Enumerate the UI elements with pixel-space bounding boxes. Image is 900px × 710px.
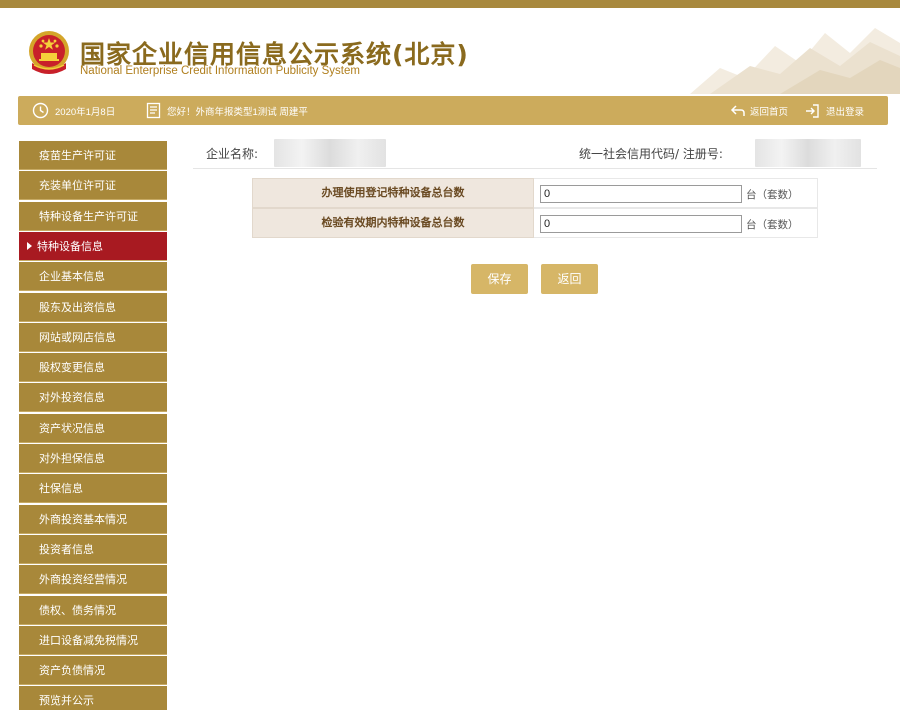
inspected-equipment-unit: 台（套数） xyxy=(746,219,799,231)
greeting-text: 您好！外商年报类型1测试 周建平 xyxy=(167,106,308,118)
registered-equipment-label: 办理使用登记特种设备总台数 xyxy=(252,178,534,208)
info-bar: 2020年1月8日 您好！外商年报类型1测试 周建平 返回首页 退出登录 xyxy=(18,96,888,125)
sidebar-item[interactable]: 股权变更信息 xyxy=(19,353,167,382)
back-arrow-icon xyxy=(730,104,745,116)
sidebar-item[interactable]: 企业基本信息 xyxy=(19,262,167,291)
home-link-label: 返回首页 xyxy=(750,106,789,118)
sidebar-item[interactable]: 疫苗生产许可证 xyxy=(19,141,167,170)
form-row-inspected-equipment: 检验有效期内特种设备总台数 台（套数） xyxy=(252,208,818,238)
registered-equipment-input[interactable] xyxy=(540,185,742,203)
sidebar-item-label: 社保信息 xyxy=(39,482,83,495)
sidebar-item-label: 预览并公示 xyxy=(39,694,94,707)
registered-equipment-cell: 台（套数） xyxy=(534,178,818,208)
company-name-label: 企业名称: xyxy=(206,147,259,161)
sidebar-item[interactable]: 进口设备减免税情况 xyxy=(19,626,167,655)
company-name-redacted xyxy=(274,139,386,167)
sidebar-item-label: 疫苗生产许可证 xyxy=(39,149,116,162)
sidebar-item-label: 企业基本信息 xyxy=(39,270,105,283)
mountain-decoration xyxy=(690,28,900,94)
date-display: 2020年1月8日 xyxy=(32,96,115,125)
user-greeting: 您好！外商年报类型1测试 周建平 xyxy=(146,96,308,125)
inspected-equipment-input[interactable] xyxy=(540,215,742,233)
site-header: 国家企业信用信息公示系统(北京) National Enterprise Cre… xyxy=(0,8,900,94)
sidebar-item-label: 外商投资经营情况 xyxy=(39,573,127,586)
national-emblem-icon xyxy=(29,31,69,74)
sidebar-item[interactable]: 特种设备信息 xyxy=(19,232,167,261)
sidebar-item[interactable]: 社保信息 xyxy=(19,474,167,503)
clock-icon xyxy=(32,102,49,119)
sidebar-item[interactable]: 投资者信息 xyxy=(19,535,167,564)
registered-equipment-unit: 台（套数） xyxy=(746,189,799,201)
sidebar-item-label: 充装单位许可证 xyxy=(39,179,116,192)
caret-right-icon xyxy=(27,242,32,250)
sidebar-item[interactable]: 充装单位许可证 xyxy=(19,171,167,200)
site-subtitle: National Enterprise Credit Information P… xyxy=(80,65,360,77)
logout-link-label: 退出登录 xyxy=(826,106,865,118)
date-text: 2020年1月8日 xyxy=(55,106,116,118)
sidebar-item-label: 对外投资信息 xyxy=(39,391,105,404)
sidebar-item-label: 投资者信息 xyxy=(39,543,94,556)
sidebar-item[interactable]: 对外投资信息 xyxy=(19,383,167,412)
logout-icon xyxy=(806,103,819,118)
home-link[interactable]: 返回首页 xyxy=(730,96,788,125)
sidebar-item[interactable]: 外商投资经营情况 xyxy=(19,565,167,594)
top-strip xyxy=(0,0,900,8)
logout-link[interactable]: 退出登录 xyxy=(804,96,864,125)
sidebar-item-label: 资产负债情况 xyxy=(39,664,105,677)
inspected-equipment-label: 检验有效期内特种设备总台数 xyxy=(252,208,534,238)
sidebar-item-label: 特种设备生产许可证 xyxy=(39,210,138,223)
company-info-row: 企业名称: 统一社会信用代码/ 注册号: xyxy=(193,137,877,169)
sidebar-item-label: 资产状况信息 xyxy=(39,422,105,435)
sidebar-item[interactable]: 对外担保信息 xyxy=(19,444,167,473)
form-row-registered-equipment: 办理使用登记特种设备总台数 台（套数） xyxy=(252,178,818,208)
document-icon xyxy=(146,102,161,119)
sidebar-item[interactable]: 外商投资基本情况 xyxy=(19,505,167,534)
sidebar-item-label: 网站或网店信息 xyxy=(39,331,116,344)
sidebar-item[interactable]: 资产状况信息 xyxy=(19,414,167,443)
inspected-equipment-cell: 台（套数） xyxy=(534,208,818,238)
credit-code-label: 统一社会信用代码/ 注册号: xyxy=(579,147,723,161)
sidebar-item-label: 债权、债务情况 xyxy=(39,604,116,617)
sidebar-item[interactable]: 网站或网店信息 xyxy=(19,323,167,352)
sidebar-item-label: 外商投资基本情况 xyxy=(39,513,127,526)
sidebar-item-label: 股东及出资信息 xyxy=(39,301,116,314)
sidebar-item-label: 进口设备减免税情况 xyxy=(39,634,138,647)
sidebar-item-label: 特种设备信息 xyxy=(37,240,103,253)
save-button[interactable]: 保存 xyxy=(471,264,528,294)
sidebar-item-label: 股权变更信息 xyxy=(39,361,105,374)
sidebar-item[interactable]: 资产负债情况 xyxy=(19,656,167,685)
sidebar-item[interactable]: 特种设备生产许可证 xyxy=(19,202,167,231)
sidebar-item[interactable]: 股东及出资信息 xyxy=(19,293,167,322)
credit-code-redacted xyxy=(755,139,861,167)
sidebar-item-label: 对外担保信息 xyxy=(39,452,105,465)
sidebar-item[interactable]: 债权、债务情况 xyxy=(19,596,167,625)
back-button[interactable]: 返回 xyxy=(541,264,598,294)
sidebar-item[interactable]: 预览并公示 xyxy=(19,686,167,710)
